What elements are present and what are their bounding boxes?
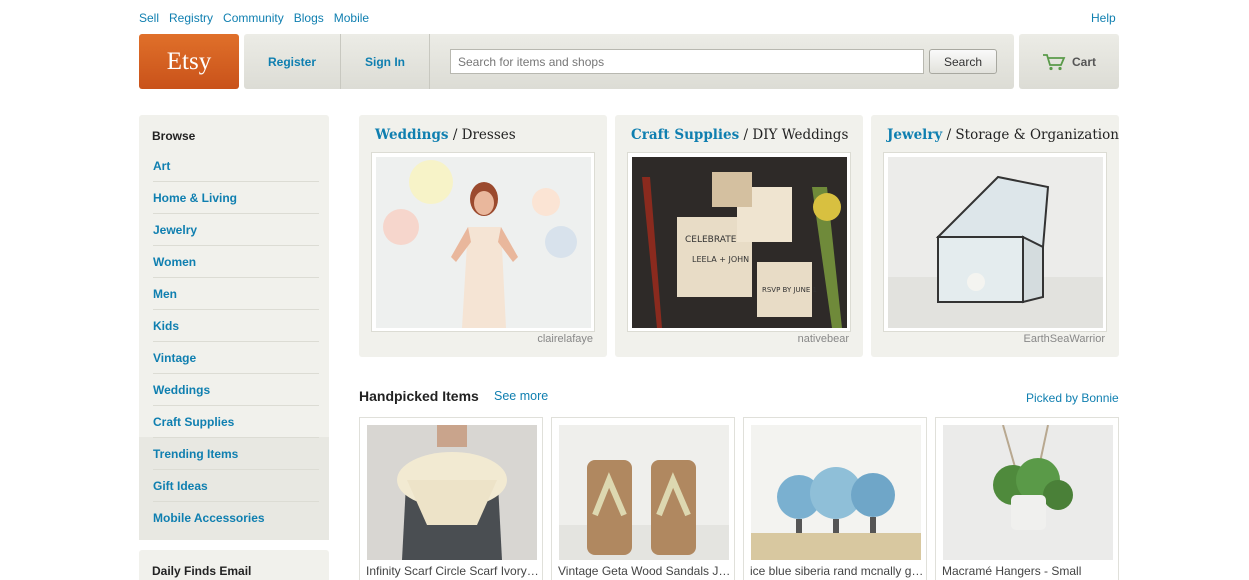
feature-category-link[interactable]: Craft Supplies (631, 127, 739, 143)
item-title[interactable]: ice blue siberia rand mcnally globe (750, 564, 924, 578)
glass-box-photo (888, 157, 1103, 328)
feature-credit[interactable]: clairelafaye (537, 333, 593, 345)
cart-button[interactable]: Cart (1019, 34, 1119, 89)
feature-image-frame[interactable] (883, 152, 1107, 332)
header-bar: Register Sign In Search (244, 34, 1014, 89)
top-links: Sell Registry Community Blogs Mobile (139, 11, 379, 25)
cart-icon (1042, 53, 1066, 70)
sidebar-item-kids[interactable]: Kids (153, 310, 319, 342)
item-title[interactable]: Macramé Hangers - Small (942, 564, 1116, 578)
handpicked-item[interactable]: Macramé Hangers - Small (935, 417, 1119, 580)
top-link-mobile[interactable]: Mobile (334, 11, 369, 25)
daily-finds-panel: Daily Finds Email (139, 550, 329, 580)
sidebar-item-craft-supplies[interactable]: Craft Supplies (153, 406, 319, 438)
feature-credit[interactable]: EarthSeaWarrior (1023, 333, 1105, 345)
sandals-photo (559, 425, 729, 560)
sidebar-item-men[interactable]: Men (153, 278, 319, 310)
daily-finds-title: Daily Finds Email (152, 564, 252, 578)
feature-card-weddings[interactable]: Weddings / Dresses clairelafaye (359, 115, 607, 357)
item-title[interactable]: Vintage Geta Wood Sandals Japanese (558, 564, 732, 578)
feature-title: Jewelry / Storage & Organization (887, 127, 1119, 143)
stamps-photo: CELEBRATE LEELA + JOHN RSVP BY JUNE 1 (632, 157, 847, 328)
top-link-community[interactable]: Community (223, 11, 284, 25)
sidebar-item-art[interactable]: Art (153, 150, 319, 182)
sidebar-item-home-living[interactable]: Home & Living (153, 182, 319, 214)
feature-card-craft-supplies[interactable]: Craft Supplies / DIY Weddings CELEBRATE … (615, 115, 863, 357)
browse-list: Art Home & Living Jewelry Women Men Kids… (139, 150, 329, 534)
feature-category-link[interactable]: Jewelry (887, 127, 942, 143)
scarf-photo (367, 425, 537, 560)
etsy-logo[interactable]: Etsy (139, 34, 239, 89)
svg-text:RSVP BY JUNE 1: RSVP BY JUNE 1 (762, 286, 817, 294)
sidebar-item-weddings[interactable]: Weddings (153, 374, 319, 406)
sidebar-item-gift-ideas[interactable]: Gift Ideas (153, 470, 319, 502)
register-button[interactable]: Register (244, 34, 341, 89)
handpicked-item[interactable]: Vintage Geta Wood Sandals Japanese (551, 417, 735, 580)
sidebar-item-vintage[interactable]: Vintage (153, 342, 319, 374)
feature-image-frame[interactable]: CELEBRATE LEELA + JOHN RSVP BY JUNE 1 (627, 152, 851, 332)
help-link[interactable]: Help (1091, 11, 1116, 25)
sidebar-item-jewelry[interactable]: Jewelry (153, 214, 319, 246)
feature-title: Weddings / Dresses (375, 127, 516, 143)
item-title[interactable]: Infinity Scarf Circle Scarf Ivory Cream (366, 564, 540, 578)
handpicked-title: Handpicked Items (359, 388, 479, 404)
handpicked-item[interactable]: Infinity Scarf Circle Scarf Ivory Cream (359, 417, 543, 580)
cart-label: Cart (1071, 54, 1096, 69)
svg-text:LEELA + JOHN: LEELA + JOHN (692, 255, 749, 264)
sidebar-item-mobile-accessories[interactable]: Mobile Accessories (153, 502, 319, 534)
sign-in-button[interactable]: Sign In (341, 34, 430, 89)
macrame-photo (943, 425, 1113, 560)
top-link-blogs[interactable]: Blogs (294, 11, 324, 25)
feature-credit[interactable]: nativebear (798, 333, 849, 345)
handpicked-item[interactable]: ice blue siberia rand mcnally globe (743, 417, 927, 580)
feature-subcategory[interactable]: Dresses (462, 127, 516, 143)
wedding-dress-photo (376, 157, 591, 328)
feature-category-link[interactable]: Weddings (375, 127, 449, 143)
feature-subcategory[interactable]: Storage & Organization (955, 127, 1118, 143)
top-link-sell[interactable]: Sell (139, 11, 159, 25)
feature-subcategory[interactable]: DIY Weddings (752, 127, 848, 143)
sidebar-item-women[interactable]: Women (153, 246, 319, 278)
browse-title: Browse (152, 129, 196, 143)
see-more-link[interactable]: See more (494, 389, 548, 403)
search-button[interactable]: Search (929, 49, 997, 74)
search-input[interactable] (450, 49, 924, 74)
feature-image-frame[interactable] (371, 152, 595, 332)
top-link-registry[interactable]: Registry (169, 11, 213, 25)
sidebar-item-trending-items[interactable]: Trending Items (153, 438, 319, 470)
svg-text:CELEBRATE: CELEBRATE (685, 235, 737, 245)
browse-sidebar: Browse Art Home & Living Jewelry Women M… (139, 115, 329, 540)
feature-title: Craft Supplies / DIY Weddings (631, 127, 849, 143)
globes-photo (751, 425, 921, 560)
feature-card-jewelry[interactable]: Jewelry / Storage & Organization EarthSe… (871, 115, 1119, 357)
picked-by-link[interactable]: Picked by Bonnie (1026, 391, 1119, 405)
